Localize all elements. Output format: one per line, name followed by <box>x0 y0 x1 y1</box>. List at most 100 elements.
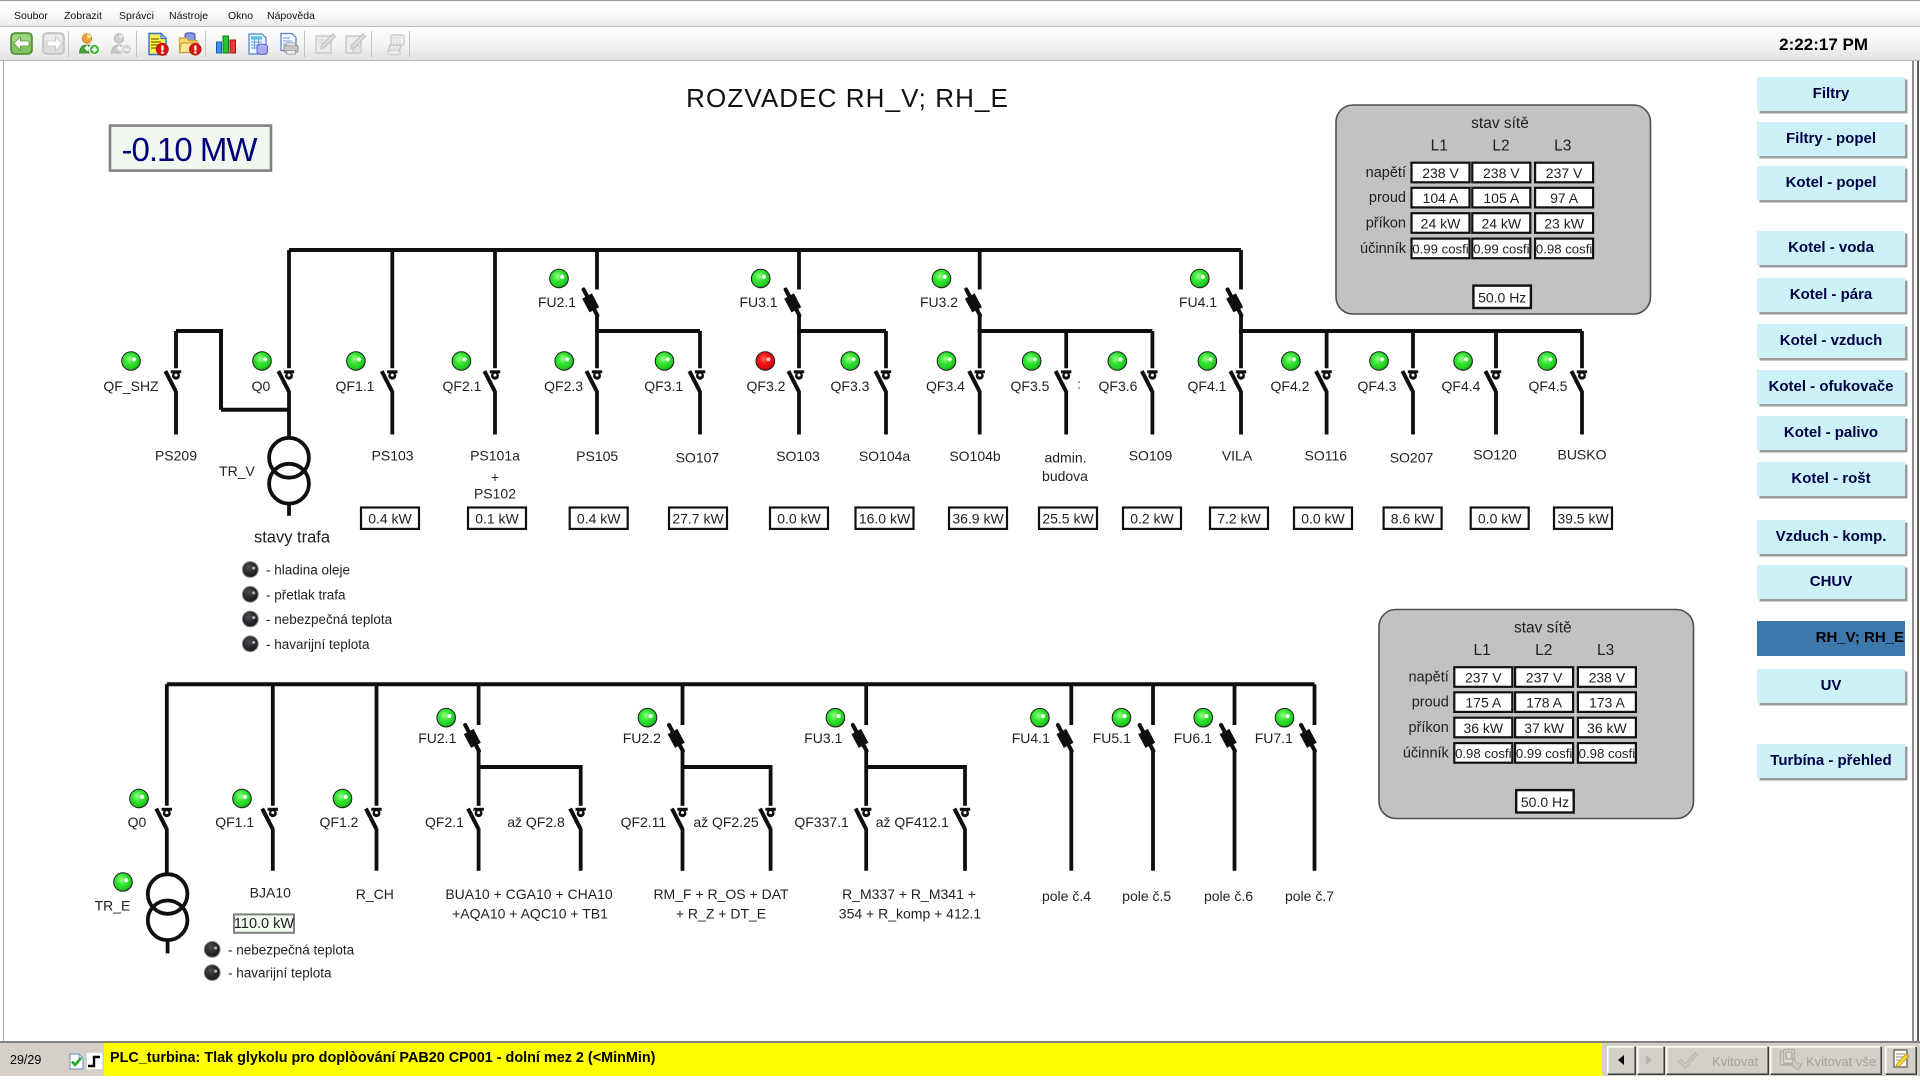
svg-text:0.0 kW: 0.0 kW <box>1301 511 1345 527</box>
svg-text:25.5 kW: 25.5 kW <box>1042 511 1094 527</box>
svg-text:354 + R_komp + 412.1: 354 + R_komp + 412.1 <box>839 906 982 922</box>
svg-text:QF4.2: QF4.2 <box>1271 378 1310 394</box>
svg-text:účinník: účinník <box>1360 241 1407 257</box>
svg-text:příkon: příkon <box>1366 216 1406 232</box>
svg-text:50.0 Hz: 50.0 Hz <box>1478 289 1526 305</box>
svg-text:SO107: SO107 <box>676 450 720 466</box>
svg-text:Q0: Q0 <box>252 378 271 394</box>
svg-text:QF2.1: QF2.1 <box>425 814 464 830</box>
svg-text:Q0: Q0 <box>128 814 147 830</box>
svg-text:- hladina oleje: - hladina oleje <box>266 563 350 578</box>
svg-text:PS102: PS102 <box>474 486 516 502</box>
svg-text:- havarijní teplota: - havarijní teplota <box>266 637 370 652</box>
svg-text:36.9 kW: 36.9 kW <box>952 511 1004 527</box>
svg-text:ROZVADEC RH_V; RH_E: ROZVADEC RH_V; RH_E <box>686 83 1009 113</box>
svg-text:QF3.1: QF3.1 <box>644 378 683 394</box>
svg-text:+AQA10 + AQC10 + TB1: +AQA10 + AQC10 + TB1 <box>452 906 608 922</box>
svg-text:237 V: 237 V <box>1526 670 1563 686</box>
svg-text:BUA10 + CGA10 + CHA10: BUA10 + CGA10 + CHA10 <box>445 886 613 902</box>
svg-text:QF_SHZ: QF_SHZ <box>103 378 159 394</box>
svg-text:napětí: napětí <box>1408 670 1448 686</box>
svg-text:37 kW: 37 kW <box>1524 720 1564 736</box>
svg-text:SO104b: SO104b <box>949 448 1001 464</box>
svg-text:0.98 cosfi: 0.98 cosfi <box>1455 746 1512 761</box>
svg-text:R_CH: R_CH <box>356 886 394 902</box>
svg-text:FU7.1: FU7.1 <box>1255 730 1293 746</box>
svg-text:FU4.1: FU4.1 <box>1012 730 1050 746</box>
svg-text:105 A: 105 A <box>1483 190 1519 206</box>
svg-text:- nebezpečná teplota: - nebezpečná teplota <box>228 942 355 957</box>
svg-text:0.1 kW: 0.1 kW <box>475 511 519 527</box>
svg-text:QF2.11: QF2.11 <box>621 814 667 830</box>
svg-text:až QF2.8: až QF2.8 <box>507 814 565 830</box>
svg-text:VILA: VILA <box>1222 447 1253 463</box>
svg-text:+ R_Z + DT_E: + R_Z + DT_E <box>676 906 766 922</box>
svg-text:QF337.1: QF337.1 <box>794 814 849 830</box>
svg-text:-0.10 MW: -0.10 MW <box>121 131 258 168</box>
svg-text:budova: budova <box>1042 468 1088 484</box>
svg-text::: : <box>1077 377 1081 392</box>
svg-text:238 V: 238 V <box>1422 165 1459 181</box>
svg-text:pole č.4: pole č.4 <box>1042 888 1091 904</box>
svg-text:16.0 kW: 16.0 kW <box>859 511 911 527</box>
svg-text:pole č.7: pole č.7 <box>1285 888 1334 904</box>
svg-text:110.0 kW: 110.0 kW <box>234 916 294 932</box>
svg-text:QF4.1: QF4.1 <box>1188 378 1227 394</box>
svg-text:50.0 Hz: 50.0 Hz <box>1521 794 1569 810</box>
svg-text:PS103: PS103 <box>372 447 414 463</box>
svg-text:- havarijní teplota: - havarijní teplota <box>228 966 332 981</box>
svg-text:SO103: SO103 <box>776 448 820 464</box>
svg-text:SO207: SO207 <box>1390 449 1434 465</box>
svg-text:BJA10: BJA10 <box>250 885 291 901</box>
svg-text:27.7 kW: 27.7 kW <box>672 511 724 527</box>
svg-text:BUSKO: BUSKO <box>1557 446 1606 462</box>
svg-text:stav sítě: stav sítě <box>1471 115 1529 132</box>
svg-text:97 A: 97 A <box>1550 190 1579 206</box>
svg-text:FU4.1: FU4.1 <box>1179 294 1217 310</box>
svg-text:39.5 kW: 39.5 kW <box>1557 511 1609 527</box>
svg-text:238 V: 238 V <box>1483 165 1520 181</box>
svg-text:PS105: PS105 <box>576 448 618 464</box>
svg-text:36 kW: 36 kW <box>1463 720 1503 736</box>
svg-text:- nebezpečná teplota: - nebezpečná teplota <box>266 612 393 627</box>
svg-text:pole č.6: pole č.6 <box>1204 888 1253 904</box>
svg-text:QF2.1: QF2.1 <box>443 378 482 394</box>
svg-text:QF1.2: QF1.2 <box>320 814 359 830</box>
svg-text:173 A: 173 A <box>1589 695 1625 711</box>
svg-text:237 V: 237 V <box>1546 165 1583 181</box>
svg-text:QF3.6: QF3.6 <box>1099 378 1138 394</box>
svg-text:0.98 cosfi: 0.98 cosfi <box>1579 746 1636 761</box>
svg-text:SO109: SO109 <box>1129 447 1173 463</box>
svg-text:QF1.1: QF1.1 <box>215 814 254 830</box>
svg-text:příkon: příkon <box>1408 720 1448 736</box>
svg-text:L1: L1 <box>1431 138 1448 155</box>
svg-text:PS209: PS209 <box>155 447 197 463</box>
svg-text:0.99 cosfi: 0.99 cosfi <box>1516 746 1573 761</box>
svg-text:R_M337 + R_M341 +: R_M337 + R_M341 + <box>842 886 976 902</box>
svg-text:FU3.1: FU3.1 <box>739 294 777 310</box>
svg-text:23 kW: 23 kW <box>1544 216 1584 232</box>
svg-text:stavy trafa: stavy trafa <box>254 529 331 547</box>
svg-text:0.99 cosfi: 0.99 cosfi <box>1473 241 1530 256</box>
svg-text:36 kW: 36 kW <box>1587 720 1627 736</box>
svg-text:24 kW: 24 kW <box>1421 216 1461 232</box>
svg-text:proud: proud <box>1369 190 1406 206</box>
svg-text:- přetlak trafa: - přetlak trafa <box>266 587 346 602</box>
svg-text:FU3.2: FU3.2 <box>920 294 958 310</box>
svg-text:FU2.1: FU2.1 <box>538 294 576 310</box>
svg-text:SO120: SO120 <box>1473 446 1517 462</box>
svg-text:0.4 kW: 0.4 kW <box>368 511 412 527</box>
svg-text:L1: L1 <box>1473 642 1490 659</box>
svg-text:QF4.5: QF4.5 <box>1529 378 1568 394</box>
svg-text:238 V: 238 V <box>1589 670 1626 686</box>
svg-text:175 A: 175 A <box>1465 695 1501 711</box>
svg-text:FU3.1: FU3.1 <box>804 730 842 746</box>
svg-text:FU6.1: FU6.1 <box>1174 730 1212 746</box>
svg-text:QF2.3: QF2.3 <box>544 378 583 394</box>
svg-text:RM_F + R_OS + DAT: RM_F + R_OS + DAT <box>653 886 789 902</box>
svg-text:L3: L3 <box>1597 642 1614 659</box>
svg-text:L2: L2 <box>1492 138 1509 155</box>
svg-text:účinník: účinník <box>1403 745 1450 761</box>
svg-text:až QF412.1: až QF412.1 <box>876 814 949 830</box>
svg-text:QF4.3: QF4.3 <box>1358 378 1397 394</box>
